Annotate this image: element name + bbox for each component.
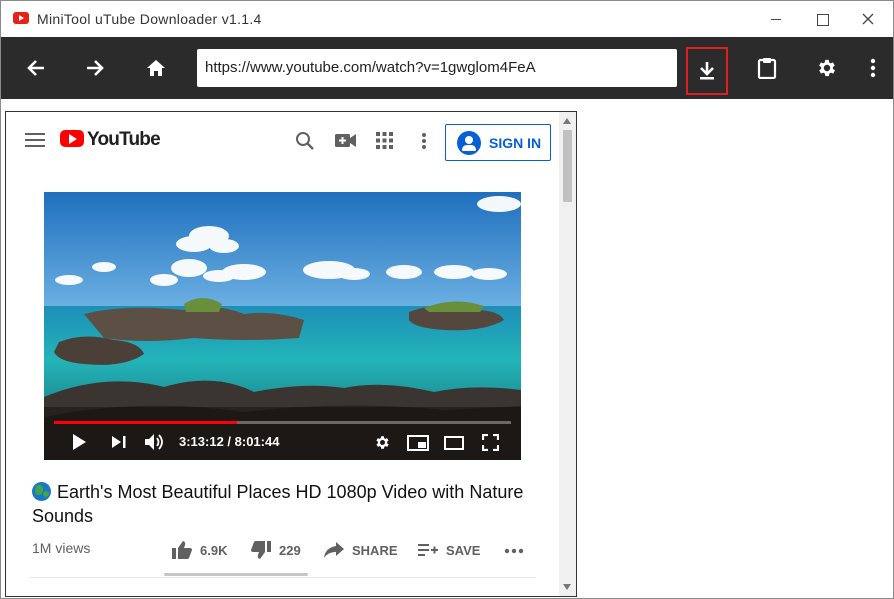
sign-in-button[interactable]: SIGN IN <box>445 124 551 161</box>
next-icon[interactable] <box>112 436 126 448</box>
globe-icon <box>32 482 51 501</box>
dislike-button[interactable]: 229 <box>251 540 301 560</box>
theater-mode-icon[interactable] <box>444 436 464 450</box>
playlist-add-icon <box>418 544 438 556</box>
search-icon[interactable] <box>295 131 315 151</box>
video-time: 3:13:12 / 8:01:44 <box>179 434 280 449</box>
close-icon <box>862 13 874 25</box>
sign-in-label: SIGN IN <box>489 134 542 151</box>
fullscreen-icon[interactable] <box>482 434 499 451</box>
like-button[interactable]: 6.9K <box>172 540 227 560</box>
drag-handle[interactable] <box>164 573 308 576</box>
apps-grid-icon[interactable] <box>376 132 393 149</box>
forward-button[interactable] <box>73 37 117 99</box>
video-title[interactable]: Earth's Most Beautiful Places HD 1080p V… <box>32 480 542 528</box>
browser-pane: YouTube SIGN IN 3:13:12 / 8:01:44 Earth'… <box>5 111 577 597</box>
clipboard-icon <box>757 58 777 79</box>
video-player[interactable]: 3:13:12 / 8:01:44 <box>44 192 521 460</box>
thumbs-down-icon <box>251 541 271 559</box>
app-window: MiniTool uTube Downloader v1.1.4 https:/… <box>0 0 894 599</box>
miniplayer-icon[interactable] <box>407 435 429 451</box>
download-icon <box>700 62 714 80</box>
share-icon <box>324 542 344 558</box>
video-title-text: Earth's Most Beautiful Places HD 1080p V… <box>32 482 524 526</box>
back-button[interactable] <box>14 37 58 99</box>
scroll-down-arrow-icon[interactable] <box>563 584 571 590</box>
scroll-up-arrow-icon[interactable] <box>563 118 571 124</box>
player-settings-icon[interactable] <box>374 434 391 451</box>
gear-icon <box>819 59 835 77</box>
close-button[interactable] <box>845 1 891 37</box>
minimize-button[interactable] <box>753 1 799 37</box>
window-title: MiniTool uTube Downloader v1.1.4 <box>37 11 262 27</box>
thumbs-up-icon <box>172 541 192 559</box>
volume-icon[interactable] <box>145 433 165 451</box>
youtube-header: YouTube SIGN IN <box>6 112 559 168</box>
download-button[interactable] <box>686 47 728 95</box>
dislike-count: 229 <box>279 542 301 558</box>
account-icon <box>457 130 481 155</box>
scroll-thumb[interactable] <box>563 130 572 202</box>
toolbar: https://www.youtube.com/watch?v=1gwglom4… <box>1 37 893 99</box>
save-button[interactable]: SAVE <box>418 540 480 560</box>
like-count: 6.9K <box>200 542 228 558</box>
save-label: SAVE <box>446 542 481 558</box>
app-logo-icon <box>13 12 29 24</box>
youtube-logo-text[interactable]: YouTube <box>87 129 161 151</box>
vertical-scrollbar[interactable] <box>559 112 576 596</box>
url-input[interactable]: https://www.youtube.com/watch?v=1gwglom4… <box>197 49 677 87</box>
more-actions-icon[interactable] <box>504 548 524 554</box>
divider <box>30 577 536 578</box>
settings-button[interactable] <box>805 37 849 99</box>
youtube-logo-icon[interactable] <box>60 130 84 147</box>
hamburger-menu-icon[interactable] <box>25 132 45 148</box>
more-menu-button[interactable] <box>851 37 894 99</box>
video-camera-icon[interactable] <box>335 133 357 148</box>
play-icon[interactable] <box>72 434 86 450</box>
kebab-icon <box>870 58 876 78</box>
arrow-right-icon <box>87 60 104 76</box>
title-bar: MiniTool uTube Downloader v1.1.4 <box>1 1 893 37</box>
maximize-button[interactable] <box>799 1 845 37</box>
arrow-left-icon <box>27 60 44 76</box>
progress-fill <box>54 421 237 424</box>
video-thumbnail-scene <box>44 192 521 460</box>
view-count: 1M views <box>32 540 91 556</box>
home-button[interactable] <box>134 37 178 99</box>
clipboard-button[interactable] <box>745 37 789 99</box>
share-label: SHARE <box>352 542 398 558</box>
more-options-icon[interactable] <box>421 132 427 150</box>
home-icon <box>147 60 165 76</box>
share-button[interactable]: SHARE <box>324 540 398 560</box>
